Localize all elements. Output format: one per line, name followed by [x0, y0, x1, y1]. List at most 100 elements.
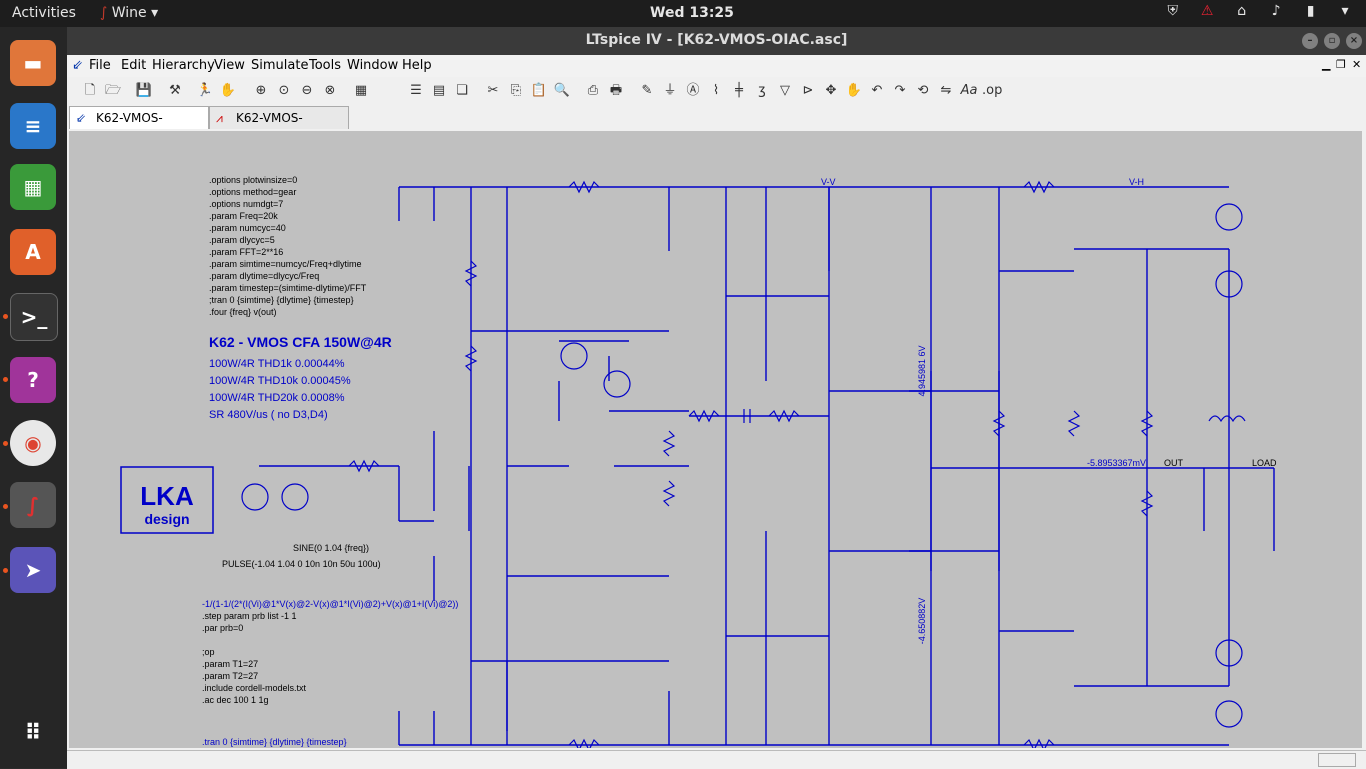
software-icon[interactable]: A — [10, 229, 56, 275]
pan-icon[interactable]: ⊙ — [274, 81, 294, 101]
text-icon[interactable]: Aa — [959, 81, 979, 101]
directive-line[interactable]: .ac dec 100 1 1g — [202, 695, 269, 705]
mdi-minimize-button[interactable]: ▁ — [1322, 58, 1330, 71]
autorange-icon[interactable]: ▦ — [351, 81, 371, 101]
resistor-icon[interactable]: ⌇ — [706, 81, 726, 101]
menu-view[interactable]: View — [214, 58, 245, 73]
directive-line[interactable]: ;tran 0 {simtime} {dlytime} {timestep} — [209, 295, 354, 305]
battery-icon[interactable]: ▮ — [1300, 3, 1322, 19]
open-icon[interactable]: 🗁 — [103, 81, 123, 101]
spice-directive-icon[interactable]: .op — [982, 81, 1002, 101]
writer-icon[interactable]: ≡ — [10, 103, 56, 149]
directive-line[interactable]: .param FFT=2**16 — [209, 247, 283, 257]
zoom-out-icon[interactable]: ⊖ — [297, 81, 317, 101]
spec-line[interactable]: 100W/4R THD1k 0.00044% — [209, 358, 345, 370]
directive-line[interactable]: .options numdgt=7 — [209, 199, 283, 209]
menu-simulate[interactable]: Simulate — [251, 58, 308, 73]
draw-wire-icon[interactable]: ✎ — [637, 81, 657, 101]
mdi-close-button[interactable]: ✕ — [1352, 58, 1361, 71]
print-icon[interactable]: 🖶 — [606, 81, 626, 101]
menu-edit[interactable]: Edit — [121, 58, 146, 73]
volume-icon[interactable]: ♪ — [1265, 3, 1287, 19]
directive-line[interactable]: .include cordell-models.txt — [202, 683, 307, 693]
tile-horizontal-icon[interactable]: ☰ — [406, 81, 426, 101]
schematic-headline[interactable]: K62 - VMOS CFA 150W@4R — [209, 334, 392, 350]
node-label-out[interactable]: OUT — [1164, 458, 1184, 468]
zoom-fit-icon[interactable]: ⊗ — [320, 81, 340, 101]
app-grid-icon[interactable]: ⠿ — [10, 710, 56, 756]
menu-help[interactable]: Help — [402, 58, 432, 73]
directive-line[interactable]: .options plotwinsize=0 — [209, 175, 297, 185]
save-icon[interactable]: 💾 — [134, 81, 154, 101]
new-schematic-icon[interactable]: 🗋 — [80, 81, 100, 101]
print-setup-icon[interactable]: ⎙ — [583, 81, 603, 101]
node-label-vh[interactable]: V-H — [1129, 177, 1144, 187]
inductor-icon[interactable]: ʒ — [752, 81, 772, 101]
tile-vertical-icon[interactable]: ▤ — [429, 81, 449, 101]
directive-line[interactable]: .four {freq} v(out) — [209, 307, 277, 317]
spec-line[interactable]: 100W/4R THD20k 0.0008% — [209, 392, 345, 404]
undo-icon[interactable]: ↶ — [867, 81, 887, 101]
shield-icon[interactable]: ⛨ — [1162, 3, 1184, 19]
files-icon[interactable]: ▬ — [10, 40, 56, 86]
copy-icon[interactable]: ⎘ — [506, 81, 526, 101]
schematic-drawing[interactable]: LKA design .options plotwinsize=0 .optio… — [69, 131, 1362, 752]
chrome-icon[interactable]: ◉ — [10, 420, 56, 466]
activities-button[interactable]: Activities — [12, 5, 76, 21]
tran-directive[interactable]: .tran 0 {simtime} {dlytime} {timestep} — [202, 737, 347, 747]
help-icon[interactable]: ? — [10, 357, 56, 403]
rotate-icon[interactable]: ⟲ — [913, 81, 933, 101]
cascade-icon[interactable]: ❏ — [452, 81, 472, 101]
terminal-icon[interactable]: >_ — [10, 293, 58, 341]
clock[interactable]: Wed 13:25 — [650, 5, 734, 21]
menu-window[interactable]: Window — [347, 58, 398, 73]
directive-line[interactable]: .param dlytime=dlycyc/Freq — [209, 271, 319, 281]
directive-line[interactable]: .step param prb list -1 1 — [202, 611, 297, 621]
run-icon[interactable]: 🏃 — [195, 81, 215, 101]
directive-line[interactable]: .par prb=0 — [202, 623, 243, 633]
directive-line[interactable]: .param numcyc=40 — [209, 223, 286, 233]
window-titlebar[interactable]: LTspice IV - [K62-VMOS-OIAC.asc] – ▫ × — [67, 27, 1366, 55]
mdi-restore-button[interactable]: ❐ — [1336, 58, 1346, 71]
directive-line[interactable]: .options method=gear — [209, 187, 296, 197]
capacitor-icon[interactable]: ╪ — [729, 81, 749, 101]
control-panel-icon[interactable]: ⚒ — [165, 81, 185, 101]
tab-waveform[interactable]: ⩘ K62-VMOS-OIAC.asc — [209, 106, 349, 147]
component-icon[interactable]: ⊳ — [798, 81, 818, 101]
directive-line[interactable]: .param Freq=20k — [209, 211, 278, 221]
cut-icon[interactable]: ✂ — [483, 81, 503, 101]
menu-tools[interactable]: Tools — [309, 58, 341, 73]
find-icon[interactable]: 🔍 — [552, 81, 572, 101]
diode-icon[interactable]: ▽ — [775, 81, 795, 101]
maximize-button[interactable]: ▫ — [1324, 33, 1340, 49]
directive-line[interactable]: .param simtime=numcyc/Freq+dlytime — [209, 259, 362, 269]
menu-file[interactable]: File — [89, 58, 111, 73]
paste-icon[interactable]: 📋 — [529, 81, 549, 101]
node-label-load[interactable]: LOAD — [1252, 458, 1277, 468]
tab-schematic[interactable]: ⇙ K62-VMOS-OIAC.asc — [69, 106, 209, 147]
system-tray[interactable]: ⛨ ⚠ ⌂ ♪ ▮ ▾ — [1154, 3, 1356, 19]
zoom-in-icon[interactable]: ⊕ — [251, 81, 271, 101]
chevron-down-icon[interactable]: ▾ — [1334, 3, 1356, 19]
directive-line[interactable]: .param dlycyc=5 — [209, 235, 275, 245]
spec-line[interactable]: 100W/4R THD10k 0.00045% — [209, 375, 351, 387]
halt-icon[interactable]: ✋ — [218, 81, 238, 101]
spec-line[interactable]: SR 480V/us ( no D3,D4) — [209, 409, 328, 421]
node-label-vplus[interactable]: V-V — [821, 177, 836, 187]
calc-icon[interactable]: ▦ — [10, 164, 56, 210]
menu-hierarchy[interactable]: Hierarchy — [152, 58, 215, 73]
move-icon[interactable]: ✥ — [821, 81, 841, 101]
directive-line[interactable]: .param timestep=(simtime-dlytime)/FFT — [209, 283, 367, 293]
pulse-label[interactable]: PULSE(-1.04 1.04 0 10n 10n 50u 100u) — [222, 559, 381, 569]
ltspice-icon[interactable]: ∫ — [10, 482, 56, 528]
network-icon[interactable]: ⌂ — [1231, 3, 1253, 19]
sine-label[interactable]: SINE(0 1.04 {freq}) — [293, 543, 369, 553]
directive-line[interactable]: .param T1=27 — [202, 659, 258, 669]
directive-line[interactable]: ;op — [202, 647, 215, 657]
minimize-button[interactable]: – — [1302, 33, 1318, 49]
label-net-icon[interactable]: Ⓐ — [683, 81, 703, 101]
mirror-icon[interactable]: ⇋ — [936, 81, 956, 101]
screenshot-icon[interactable]: ➤ — [10, 547, 56, 593]
formula-text[interactable]: -1/(1-1/(2*(I(Vi)@1*V(x)@2-V(x)@1*I(Vi)@… — [202, 599, 458, 609]
redo-icon[interactable]: ↷ — [890, 81, 910, 101]
